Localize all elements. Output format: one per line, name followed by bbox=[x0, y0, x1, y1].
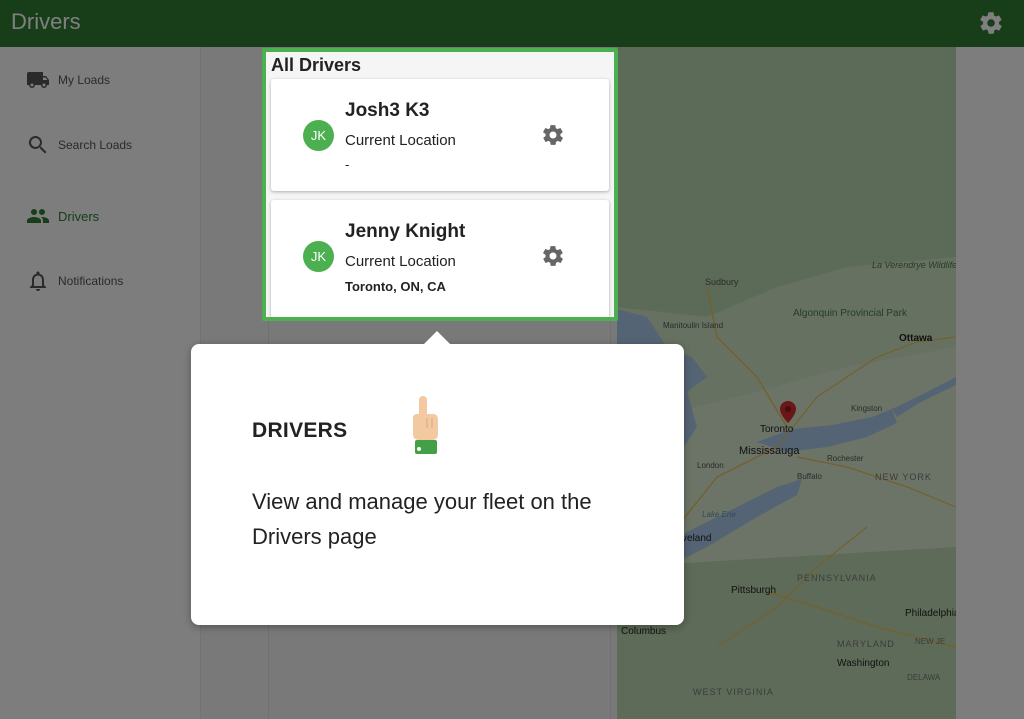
section-heading: All Drivers bbox=[271, 55, 362, 75]
tooltip-arrow bbox=[423, 331, 451, 345]
drivers-panel-highlight: All Drivers JK Josh3 K3 Current Location… bbox=[262, 48, 618, 321]
avatar: JK bbox=[303, 120, 334, 151]
tour-tooltip: DRIVERS View and manage your fleet on th… bbox=[191, 331, 684, 625]
driver-name: Jenny Knight bbox=[345, 221, 466, 242]
driver-settings-icon[interactable] bbox=[541, 123, 565, 147]
avatar: JK bbox=[303, 241, 334, 272]
location-value: Toronto, ON, CA bbox=[345, 279, 446, 294]
driver-settings-icon[interactable] bbox=[541, 244, 565, 268]
pointing-hand-icon bbox=[413, 396, 438, 454]
location-label: Current Location bbox=[345, 132, 456, 149]
tooltip-body: View and manage your fleet on the Driver… bbox=[252, 489, 592, 549]
location-value: - bbox=[345, 157, 350, 172]
driver-name: Josh3 K3 bbox=[345, 100, 430, 121]
driver-card[interactable]: JK Jenny Knight Current Location Toronto… bbox=[271, 200, 609, 317]
location-label: Current Location bbox=[345, 253, 456, 270]
tour-overlay-top bbox=[0, 0, 1024, 47]
driver-card[interactable]: JK Josh3 K3 Current Location - bbox=[271, 79, 609, 191]
tooltip-title: DRIVERS bbox=[252, 419, 348, 442]
